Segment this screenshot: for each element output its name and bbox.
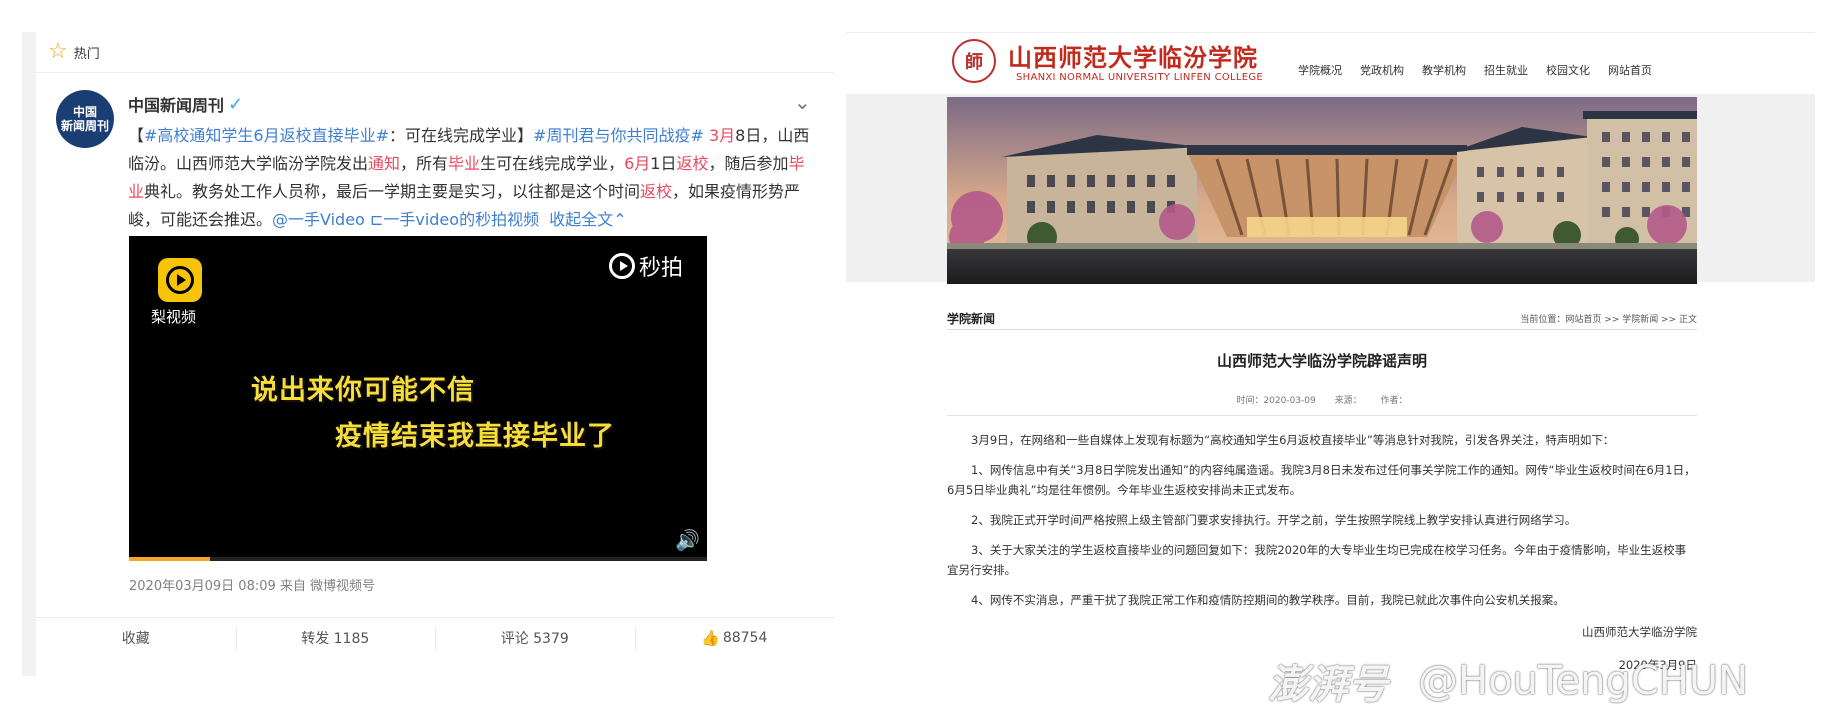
keyword-highlight: 返校	[640, 182, 673, 201]
avatar[interactable]: 中国 新闻周刊	[56, 90, 114, 148]
article-time: 时间：2020-03-09	[1236, 396, 1316, 406]
article-paragraph: 2、我院正式开学时间严格按照上级主管部门要求安排执行。开学之前，学生按照学院线上…	[971, 513, 1577, 527]
divider	[36, 72, 834, 73]
volume-icon[interactable]: 🔊	[675, 528, 700, 552]
verified-icon: ✓	[228, 93, 244, 115]
video-progress-bar[interactable]	[129, 557, 707, 561]
text-segment: 生可在线完成学业，	[480, 154, 625, 173]
comment-label: 评论 5379	[500, 631, 569, 647]
college-name[interactable]: 山西师范大学临汾学院	[1008, 38, 1258, 73]
favorite-button[interactable]: 收藏	[36, 618, 236, 658]
article-paragraph: 1、网传信息中有关“3月8日学院发出通知”的内容纯属造谣。我院3月8日未发布过任…	[947, 463, 1696, 497]
mention-link[interactable]: @一手Video	[272, 210, 365, 229]
hot-label: 热门	[73, 46, 100, 62]
video-subtitle-2: 疫情结束我直接毕业了	[335, 421, 615, 452]
article-paragraph: 3、关于大家关注的学生返校直接毕业的问题回复如下：我院2020年的大专毕业生均已…	[947, 543, 1687, 577]
article-paragraph: 3月9日，在网络和一些自媒体上发现有标题为“高校通知学生6月返校直接毕业”等消息…	[971, 433, 1615, 447]
hashtag-link[interactable]: #周刊君与你共同战疫#	[533, 126, 704, 145]
nav-item-admin[interactable]: 党政机构	[1360, 62, 1404, 78]
article-signature: 山西师范大学临汾学院	[1582, 625, 1697, 639]
star-icon: ☆	[48, 39, 68, 64]
video-subtitle-1: 说出来你可能不信	[251, 375, 475, 406]
author-label: 中国新闻周刊	[128, 96, 225, 115]
collapse-link[interactable]: 收起全文	[549, 210, 613, 229]
avatar-text-2: 新闻周刊	[60, 119, 109, 133]
keyword-highlight: 通知	[368, 154, 401, 173]
miaopai-label: 秒拍	[639, 256, 684, 281]
pear-video-logo-icon	[158, 258, 202, 302]
keyword-highlight: 返校	[676, 154, 709, 173]
article-author: 作者：	[1380, 396, 1408, 406]
hashtag-link[interactable]: #高校通知学生6月返校直接毕业#	[144, 126, 389, 145]
nav-item-culture[interactable]: 校园文化	[1546, 62, 1590, 78]
nav-item-teaching[interactable]: 教学机构	[1422, 62, 1466, 78]
article-meta: 时间：2020-03-09 来源： 作者：	[947, 393, 1697, 406]
post-meta: 2020年03月09日 08:09 来自 微博视频号	[129, 579, 376, 594]
favorite-label: 收藏	[121, 631, 150, 647]
action-bar: 收藏 转发 1185 评论 5379 👍 88754	[36, 618, 834, 658]
chevron-up-icon[interactable]: ⌃	[613, 210, 626, 229]
college-emblem-icon[interactable]: 師	[952, 39, 996, 83]
text-segment: ，随后参加	[708, 154, 789, 173]
breadcrumb[interactable]: 当前位置：网站首页 >> 学院新闻 >> 正文	[1520, 312, 1697, 325]
chevron-down-icon[interactable]: ⌄	[794, 90, 811, 114]
video-link-icon: ⊏	[369, 210, 384, 229]
keyword-highlight: 3月	[708, 126, 736, 145]
post-title-tail: ：可在线完成学业】	[389, 126, 534, 145]
video-player[interactable]: 梨视频 秒拍 说出来你可能不信 疫情结束我直接毕业了 🔊	[129, 236, 707, 561]
watermark-handle: @HouTengCHUN	[1418, 658, 1749, 704]
article-paragraph: 4、网传不实消息，严重干扰了我院正常工作和疫情防控期间的教学秩序。目前，我院已就…	[971, 593, 1565, 607]
comment-button[interactable]: 评论 5379	[435, 618, 635, 658]
video-progress-fill	[129, 557, 210, 561]
keyword-highlight: 毕业	[448, 154, 481, 173]
section-title: 学院新闻	[947, 312, 996, 326]
article-title: 山西师范大学临汾学院辟谣声明	[1216, 352, 1427, 370]
repost-button[interactable]: 转发 1185	[235, 618, 436, 658]
weibo-panel: ☆ 热门 中国 新闻周刊 中国新闻周刊 ✓ ⌄ 【#高校通知学生6月返校直接毕业…	[22, 32, 834, 690]
article-body: 3月9日，在网络和一些自媒体上发现有标题为“高校通知学生6月返校直接毕业”等消息…	[947, 430, 1697, 620]
college-page: 師 山西师范大学临汾学院 SHANXI NORMAL UNIVERSITY LI…	[846, 32, 1815, 676]
like-count: 88754	[722, 630, 768, 646]
bracket-open: 【	[128, 126, 145, 145]
post-text: 【#高校通知学生6月返校直接毕业#：可在线完成学业】#周刊君与你共同战疫# 3月…	[128, 122, 818, 234]
nav-item-home[interactable]: 网站首页	[1608, 62, 1652, 78]
text-segment: ，所有	[400, 154, 449, 173]
section-header: 学院新闻 当前位置：网站首页 >> 学院新闻 >> 正文	[947, 310, 1697, 327]
emblem-char: 師	[965, 52, 983, 73]
miaopai-watermark: 秒拍	[609, 250, 683, 282]
text-segment: 典礼。教务处工作人员称，最后一学期主要是实习，以往都是这个时间	[144, 182, 641, 201]
miaopai-logo-icon	[609, 253, 635, 279]
avatar-text-1: 中国	[72, 105, 97, 119]
article-source: 来源：	[1334, 396, 1362, 406]
nav-item-overview[interactable]: 学院概况	[1298, 62, 1342, 78]
video-link[interactable]: 一手video的秒拍视频	[383, 210, 539, 229]
divider	[947, 415, 1697, 416]
hot-header: ☆ 热门	[48, 40, 100, 64]
campus-banner-image	[947, 97, 1697, 284]
watermark: 澎湃号 @HouTengCHUN	[1268, 652, 1748, 710]
top-nav: 学院概况 党政机构 教学机构 招生就业 校园文化 网站首页	[1298, 62, 1670, 78]
campus-illustration	[947, 97, 1697, 284]
author-name[interactable]: 中国新闻周刊 ✓	[128, 92, 243, 116]
college-name-en: SHANXI NORMAL UNIVERSITY LINFEN COLLEGE	[1016, 72, 1264, 83]
thumbs-up-icon: 👍	[701, 629, 720, 647]
watermark-brand: 澎湃号	[1268, 662, 1388, 708]
text-segment: 1日	[650, 154, 677, 173]
nav-item-admissions[interactable]: 招生就业	[1484, 62, 1528, 78]
video-app-name: 梨视频	[151, 308, 197, 326]
weibo-card: ☆ 热门 中国 新闻周刊 中国新闻周刊 ✓ ⌄ 【#高校通知学生6月返校直接毕业…	[36, 32, 834, 690]
repost-label: 转发 1185	[301, 631, 370, 647]
like-button[interactable]: 👍 88754	[634, 618, 835, 658]
divider	[947, 329, 1697, 330]
divider	[846, 32, 1815, 33]
keyword-highlight: 6月	[624, 154, 651, 173]
